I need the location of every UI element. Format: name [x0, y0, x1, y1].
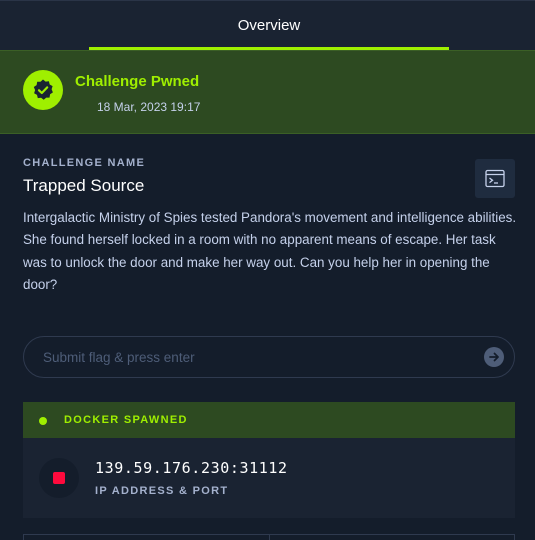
arrow-right-circle-icon	[489, 352, 499, 362]
ip-address-port[interactable]: 139.59.176.230:31112	[95, 459, 288, 477]
submit-flag-button[interactable]	[484, 347, 504, 367]
docker-instance-panel: 139.59.176.230:31112 IP ADDRESS & PORT	[23, 438, 515, 518]
pwned-status-title: Challenge Pwned	[75, 73, 200, 90]
challenge-title: Trapped Source	[23, 176, 145, 195]
challenge-name-label: CHALLENGE NAME	[23, 157, 146, 169]
docker-status-bar: DOCKER SPAWNED	[23, 402, 515, 438]
docker-status-text: DOCKER SPAWNED	[64, 414, 188, 426]
challenge-description: Intergalactic Ministry of Spies tested P…	[23, 210, 517, 292]
pwned-date: 18 Mar, 2023 19:17	[97, 100, 201, 114]
check-badge-icon	[23, 70, 63, 110]
pwned-banner: Challenge Pwned 18 Mar, 2023 19:17	[0, 50, 535, 134]
stop-icon	[53, 472, 65, 484]
bottom-action-button-right[interactable]	[269, 534, 515, 540]
status-dot-icon	[39, 417, 47, 425]
stop-instance-button[interactable]	[39, 458, 79, 498]
flag-input[interactable]	[43, 337, 473, 377]
ip-address-label: IP ADDRESS & PORT	[95, 485, 229, 497]
terminal-button[interactable]	[475, 159, 515, 198]
terminal-window-icon	[485, 169, 505, 188]
tab-overview[interactable]: Overview	[89, 1, 449, 51]
bottom-action-button-left[interactable]	[23, 534, 270, 540]
flag-field	[23, 336, 515, 378]
tab-bar: Overview	[0, 0, 535, 50]
